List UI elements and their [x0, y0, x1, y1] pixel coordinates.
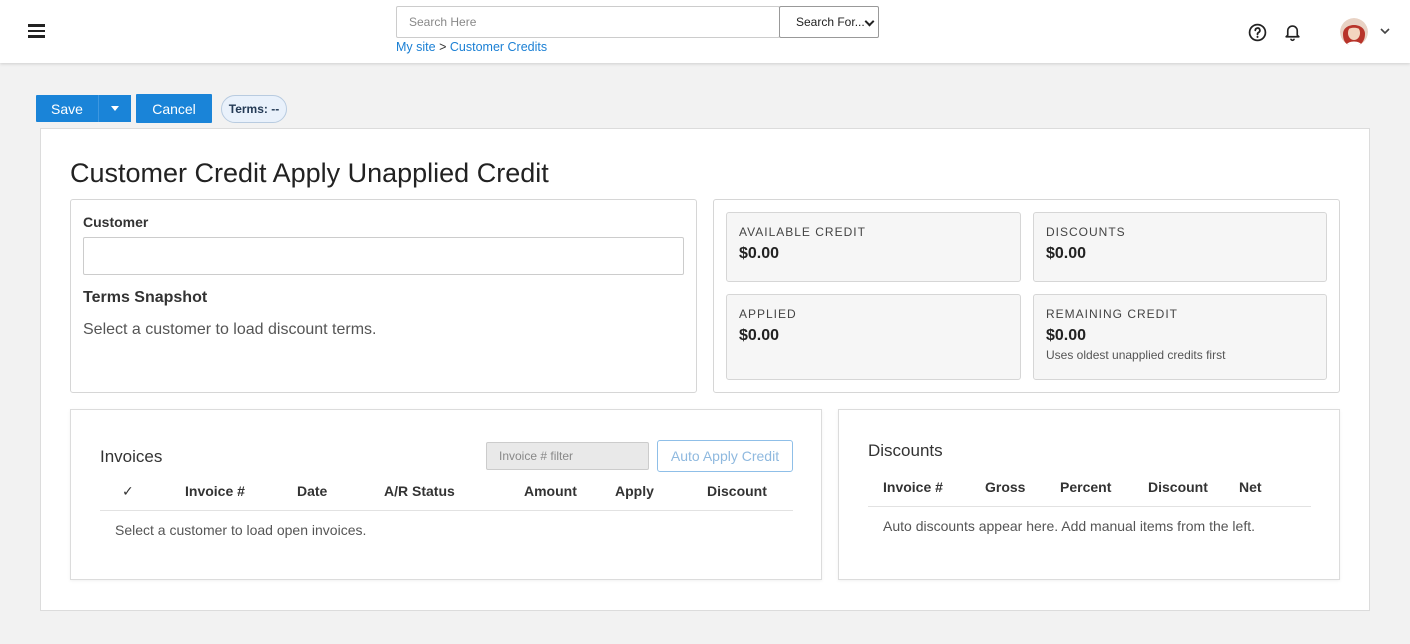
- discounts-col-discount[interactable]: Discount: [1148, 479, 1208, 495]
- applied-card: APPLIED $0.00: [726, 294, 1021, 380]
- discounts-col-percent[interactable]: Percent: [1060, 479, 1111, 495]
- caret-down-icon: [111, 106, 119, 111]
- discounts-header-divider: [868, 506, 1311, 507]
- breadcrumb-my-site[interactable]: My site: [396, 40, 436, 54]
- search-for-select-value: Search For...: [796, 15, 865, 29]
- available-credit-card: AVAILABLE CREDIT $0.00: [726, 212, 1021, 282]
- account-chevron-down-icon[interactable]: [1379, 25, 1391, 37]
- invoices-col-ar-status[interactable]: A/R Status: [384, 483, 455, 499]
- save-button[interactable]: Save: [36, 95, 98, 122]
- page-title: Customer Credit Apply Unapplied Credit: [70, 158, 549, 188]
- applied-label: APPLIED: [739, 307, 797, 321]
- discounts-col-invoice-number[interactable]: Invoice #: [883, 479, 943, 495]
- discounts-col-gross[interactable]: Gross: [985, 479, 1025, 495]
- user-avatar[interactable]: [1340, 18, 1368, 46]
- invoice-filter-input[interactable]: [486, 442, 649, 470]
- discounts-empty-message: Auto discounts appear here. Add manual i…: [883, 518, 1255, 534]
- remaining-credit-value: $0.00: [1046, 327, 1087, 344]
- remaining-credit-label: REMAINING CREDIT: [1046, 307, 1179, 321]
- hamburger-menu-icon[interactable]: [28, 24, 45, 38]
- invoices-title: Invoices: [100, 447, 163, 466]
- discounts-title: Discounts: [868, 441, 943, 460]
- invoices-empty-message: Select a customer to load open invoices.: [115, 522, 367, 538]
- top-bar: Search For... My site > Customer Credits: [0, 0, 1410, 63]
- chevron-down-icon: [864, 16, 875, 27]
- remaining-credit-card: REMAINING CREDIT $0.00 Uses oldest unapp…: [1033, 294, 1327, 380]
- terms-snapshot-title: Terms Snapshot: [83, 289, 208, 306]
- terms-badge: Terms: --: [221, 95, 287, 123]
- breadcrumb: My site > Customer Credits: [396, 40, 547, 54]
- discounts-value: $0.00: [1046, 245, 1087, 262]
- available-credit-label: AVAILABLE CREDIT: [739, 225, 866, 239]
- invoices-col-apply[interactable]: Apply: [615, 483, 654, 499]
- breadcrumb-separator: >: [439, 40, 447, 54]
- save-options-dropdown[interactable]: [98, 95, 131, 122]
- customer-label: Customer: [83, 214, 149, 230]
- search-input[interactable]: [396, 6, 780, 38]
- invoices-col-select[interactable]: ✓: [122, 483, 134, 500]
- help-icon[interactable]: [1248, 23, 1267, 42]
- cancel-button[interactable]: Cancel: [136, 94, 212, 123]
- invoices-header-divider: [100, 510, 793, 511]
- search-for-select[interactable]: Search For...: [779, 6, 879, 38]
- available-credit-value: $0.00: [739, 245, 780, 262]
- terms-snapshot-text: Select a customer to load discount terms…: [83, 321, 377, 338]
- breadcrumb-customer-credits[interactable]: Customer Credits: [450, 40, 547, 54]
- discounts-label: DISCOUNTS: [1046, 225, 1126, 239]
- invoices-col-invoice-number[interactable]: Invoice #: [185, 483, 245, 499]
- invoices-col-date[interactable]: Date: [297, 483, 327, 499]
- auto-apply-credit-button[interactable]: Auto Apply Credit: [657, 440, 793, 472]
- applied-value: $0.00: [739, 327, 780, 344]
- notification-bell-icon[interactable]: [1283, 22, 1302, 42]
- discounts-col-net[interactable]: Net: [1239, 479, 1262, 495]
- remaining-credit-note: Uses oldest unapplied credits first: [1046, 348, 1226, 362]
- discounts-card: DISCOUNTS $0.00: [1033, 212, 1327, 282]
- invoices-col-amount[interactable]: Amount: [524, 483, 577, 499]
- customer-input[interactable]: [83, 237, 684, 275]
- invoices-col-discount[interactable]: Discount: [707, 483, 767, 499]
